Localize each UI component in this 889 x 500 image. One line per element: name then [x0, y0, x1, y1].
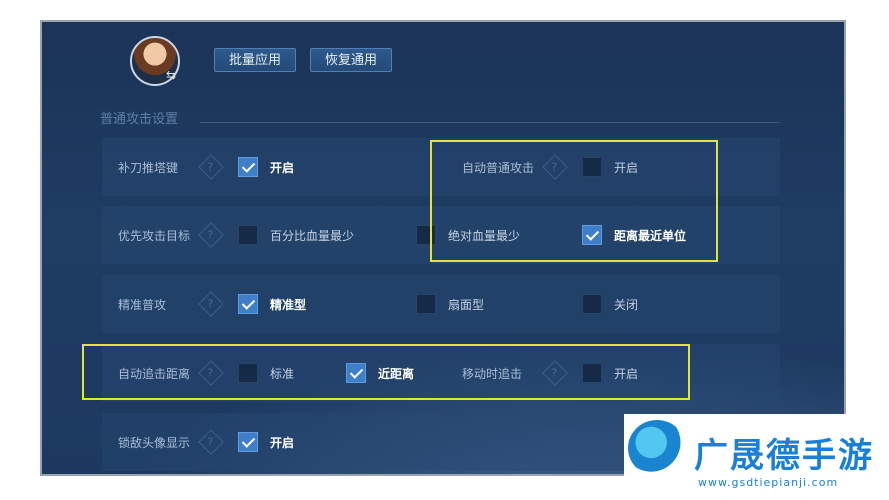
section-title: 普通攻击设置: [100, 112, 179, 127]
restore-default-button[interactable]: 恢复通用: [310, 48, 393, 72]
option-label: 扇面型: [448, 298, 485, 312]
checkbox-lock-avatar-on[interactable]: [238, 432, 258, 452]
setting-label: 精准普攻: [118, 298, 167, 312]
option-label: 精准型: [270, 298, 307, 312]
help-icon[interactable]: ?: [198, 154, 224, 180]
checkbox-lowest-hp-percent[interactable]: [238, 225, 258, 245]
help-icon[interactable]: ?: [198, 222, 224, 248]
watermark: 广晟德手游 www.gsdtiepianji.com: [624, 414, 889, 500]
settings-panel: ⇆ 批量应用 恢复通用 普通攻击设置 补刀推塔键 ? 开启 自动普通攻击 ? 开…: [40, 20, 846, 476]
option-label: 百分比血量最少: [270, 229, 355, 243]
checkbox-off[interactable]: [582, 294, 602, 314]
checkbox-last-hit-on[interactable]: [238, 157, 258, 177]
highlight-box: [430, 140, 718, 262]
swap-icon[interactable]: ⇆: [162, 68, 180, 82]
highlight-box: [82, 344, 690, 400]
setting-label: 优先攻击目标: [118, 229, 191, 243]
option-label: 关闭: [614, 298, 639, 312]
option-label: 开启: [270, 436, 295, 450]
brand-logo-icon: [628, 420, 686, 476]
option-label: 开启: [270, 161, 295, 175]
brand-url: www.gsdtiepianji.com: [698, 476, 839, 489]
setting-label: 锁敌头像显示: [118, 436, 191, 450]
batch-apply-button[interactable]: 批量应用: [214, 48, 297, 72]
checkbox-fan[interactable]: [416, 294, 436, 314]
setting-row-precise-attack: 精准普攻 ? 精准型 扇面型 关闭: [102, 275, 780, 333]
brand-name: 广晟德手游: [694, 436, 874, 476]
help-icon[interactable]: ?: [198, 429, 224, 455]
checkbox-precise[interactable]: [238, 294, 258, 314]
section-divider: [200, 122, 780, 123]
setting-label: 补刀推塔键: [118, 161, 179, 175]
help-icon[interactable]: ?: [198, 291, 224, 317]
